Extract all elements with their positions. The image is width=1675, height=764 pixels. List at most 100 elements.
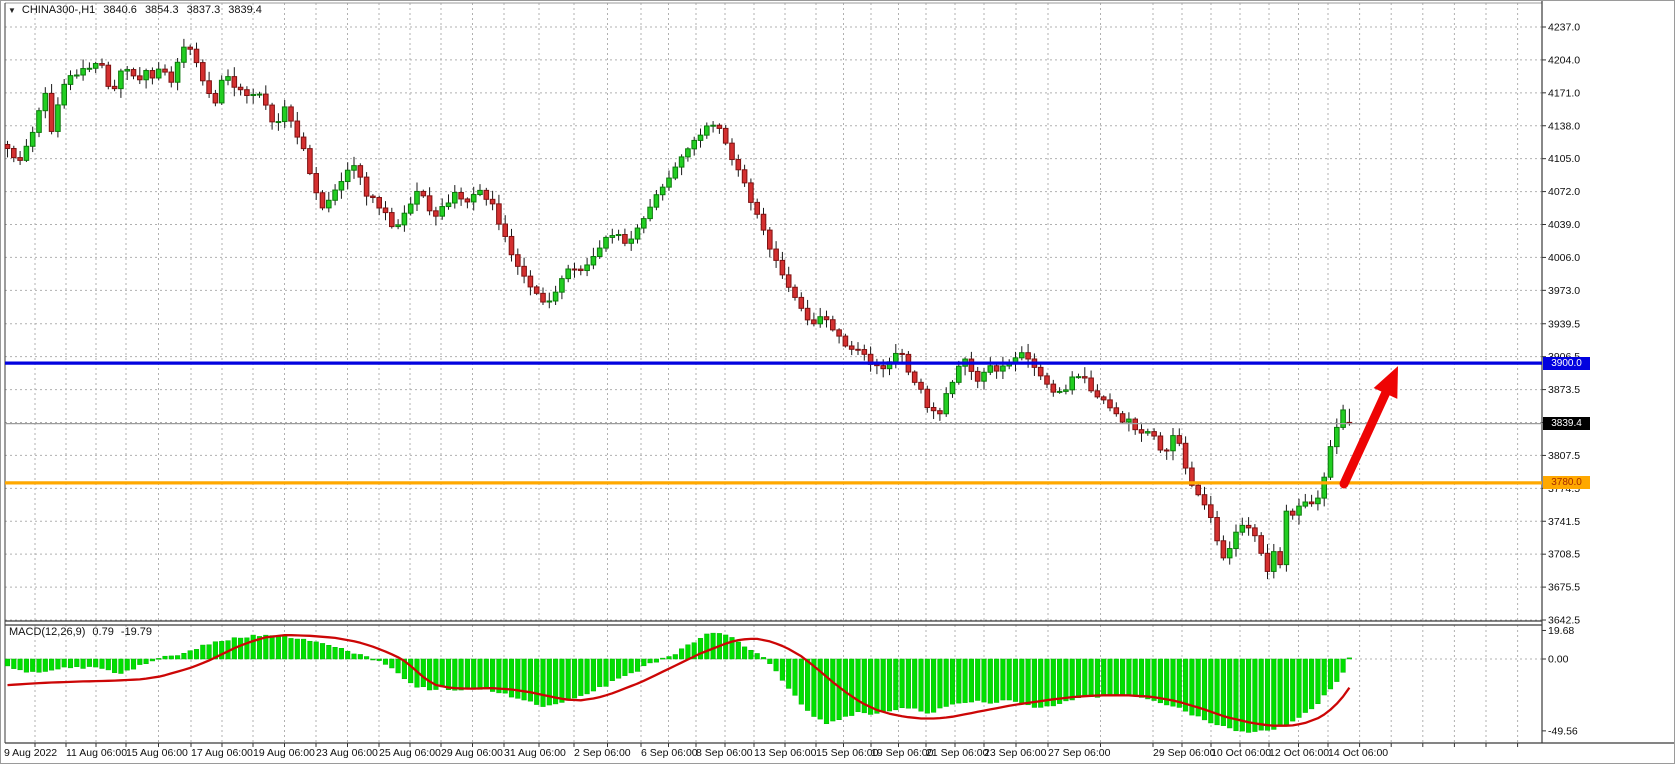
bear-candle <box>270 105 275 122</box>
macd-histogram-bar <box>345 651 350 659</box>
bull-candle <box>1335 427 1340 446</box>
bull-candle <box>156 69 161 78</box>
macd-histogram-bar <box>358 654 363 659</box>
bear-candle <box>812 320 817 324</box>
macd-histogram-bar <box>188 651 193 659</box>
bull-candle <box>635 228 640 239</box>
macd-histogram-bar <box>1297 659 1302 717</box>
bull-candle <box>610 236 615 238</box>
date-axis-label: 21 Sep 06:00 <box>926 747 989 759</box>
macd-histogram-bar <box>1108 659 1113 695</box>
chart-canvas[interactable]: 4237.04204.04171.04138.04105.04072.04039… <box>1 1 1675 764</box>
bear-candle <box>245 90 250 96</box>
macd-histogram-bar <box>635 659 640 671</box>
date-axis-label: 17 Aug 06:00 <box>191 747 253 759</box>
macd-histogram-bar <box>364 657 369 659</box>
macd-histogram-bar <box>566 659 571 700</box>
date-axis-label: 23 Sep 06:00 <box>984 747 1047 759</box>
bull-candle <box>396 225 401 227</box>
macd-histogram-bar <box>106 659 111 670</box>
macd-histogram-bar <box>906 659 911 708</box>
resistance-price-tag[interactable]: 3900.0 <box>1543 357 1590 370</box>
macd-histogram-bar <box>1341 659 1346 672</box>
bear-candle <box>213 93 218 102</box>
bull-candle <box>957 366 962 382</box>
bear-candle <box>1101 397 1106 400</box>
macd-histogram-bar <box>453 659 458 690</box>
macd-histogram-bar <box>1303 659 1308 713</box>
chart-title: ▼ CHINA300-,H1 3840.6 3854.3 3837.3 3839… <box>8 4 262 16</box>
macd-histogram-bar <box>37 659 42 672</box>
bear-candle <box>390 213 395 227</box>
macd-histogram-bar <box>597 659 602 687</box>
bull-candle <box>144 71 149 80</box>
date-axis-label: 15 Aug 06:00 <box>126 747 188 759</box>
bull-candle <box>37 111 42 133</box>
bull-candle <box>698 135 703 140</box>
bear-candle <box>289 107 294 121</box>
macd-histogram-bar <box>169 656 174 659</box>
macd-histogram-bar <box>282 636 287 659</box>
macd-histogram-bar <box>150 659 155 661</box>
bull-candle <box>1020 353 1025 358</box>
macd-histogram-bar <box>761 657 766 659</box>
macd-histogram-bar <box>18 659 23 670</box>
bear-candle <box>938 411 943 414</box>
macd-signal-value: -19.79 <box>121 626 152 638</box>
bull-candle <box>415 191 420 204</box>
macd-histogram-bar <box>1064 659 1069 701</box>
bear-candle <box>730 143 735 159</box>
price-axis-label: 3973.0 <box>1548 285 1580 297</box>
macd-histogram-bar <box>100 659 105 669</box>
macd-histogram-bar <box>547 659 552 705</box>
price-axis-label: 4105.0 <box>1548 153 1580 165</box>
bear-candle <box>434 211 439 216</box>
bear-candle <box>1196 485 1201 494</box>
macd-histogram-bar <box>478 659 483 689</box>
macd-histogram-bar <box>1133 659 1138 696</box>
bull-candle <box>251 94 256 95</box>
macd-histogram-bar <box>144 659 149 664</box>
macd-histogram-bar <box>950 659 955 704</box>
macd-histogram-bar <box>749 650 754 659</box>
bull-candle <box>654 195 659 207</box>
bid-price-tag: 3839.4 <box>1543 417 1590 430</box>
macd-histogram-bar <box>768 659 773 664</box>
macd-histogram-bar <box>30 659 35 672</box>
bull-candle <box>282 107 287 122</box>
bull-candle <box>182 47 187 62</box>
bear-candle <box>264 94 269 105</box>
macd-histogram-bar <box>251 635 256 659</box>
bull-candle <box>453 192 458 203</box>
bull-candle <box>68 76 73 85</box>
macd-histogram-bar <box>112 659 117 673</box>
support-price-tag[interactable]: 3780.0 <box>1543 476 1590 489</box>
macd-histogram-bar <box>667 657 672 659</box>
bull-candle <box>629 239 634 243</box>
bear-candle <box>881 366 886 369</box>
date-axis-label: 10 Oct 06:00 <box>1211 747 1271 759</box>
ohlc-high: 3854.3 <box>145 4 179 16</box>
bear-candle <box>188 47 193 49</box>
macd-histogram-bar <box>396 659 401 673</box>
bull-candle <box>175 62 180 82</box>
macd-histogram-bar <box>849 659 854 716</box>
bull-candle <box>471 195 476 202</box>
macd-histogram-bar <box>560 659 565 702</box>
macd-histogram-bar <box>1158 659 1163 703</box>
bull-candle <box>219 80 224 103</box>
macd-histogram-bar <box>465 659 470 687</box>
bear-candle <box>736 160 741 170</box>
macd-main-value: 0.79 <box>92 626 113 638</box>
bear-candle <box>1278 552 1283 565</box>
macd-histogram-bar <box>24 659 29 672</box>
bear-candle <box>1209 505 1214 518</box>
macd-histogram-bar <box>799 659 804 704</box>
price-axis-label: 4072.0 <box>1548 186 1580 198</box>
bear-candle <box>138 76 143 80</box>
bear-candle <box>364 177 369 196</box>
bull-candle <box>1328 447 1333 478</box>
bull-candle <box>642 219 647 228</box>
bull-candle <box>345 170 350 181</box>
macd-histogram-bar <box>1290 659 1295 721</box>
